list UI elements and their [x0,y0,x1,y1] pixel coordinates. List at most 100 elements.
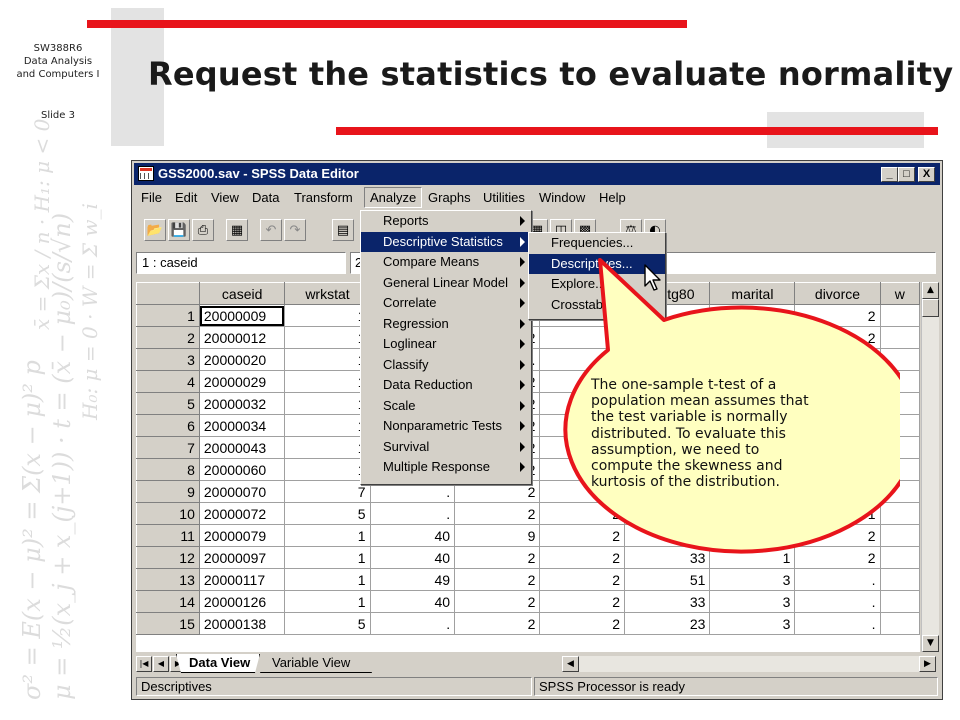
table-cell[interactable]: 20000034 [198,414,286,437]
tab-prev-arrow-icon[interactable]: ◀ [153,656,169,672]
table-cell[interactable]: 20000138 [198,612,286,635]
row-header[interactable]: 4 [136,370,200,393]
redo-icon[interactable]: ↷ [284,219,306,241]
table-cell[interactable]: 20000029 [198,370,286,393]
menu-item-reports[interactable]: Reports [361,211,531,232]
table-cell[interactable]: 3 [709,612,796,635]
table-cell[interactable]: 20000079 [198,524,286,547]
table-cell[interactable]: 20000126 [198,590,286,613]
table-cell[interactable]: 7 [284,480,371,503]
table-cell[interactable]: 20000117 [198,568,286,591]
horizontal-scrollbar[interactable]: ◀ ▶ [562,656,936,672]
table-cell[interactable]: 1 [284,392,371,415]
menu-item-multiple-response[interactable]: Multiple Response [361,457,531,478]
menu-item-loglinear[interactable]: Loglinear [361,334,531,355]
table-cell[interactable]: 40 [369,546,456,569]
column-header[interactable]: caseid [198,282,286,305]
table-cell[interactable]: 1 [284,304,371,327]
row-header[interactable]: 9 [136,480,200,503]
tab-data-view[interactable]: Data View [176,654,260,673]
menu-item-compare-means[interactable]: Compare Means [361,252,531,273]
column-header[interactable]: wrkstat [284,282,371,305]
scroll-right-arrow-icon[interactable]: ▶ [919,656,936,672]
undo-icon[interactable]: ↶ [260,219,282,241]
table-cell[interactable]: 20000060 [198,458,286,481]
table-cell[interactable] [879,590,920,613]
table-cell[interactable]: 1 [284,348,371,371]
row-header[interactable]: 2 [136,326,200,349]
menu-item-general-linear-model[interactable]: General Linear Model [361,273,531,294]
table-cell[interactable]: 20000032 [198,392,286,415]
scroll-left-arrow-icon[interactable]: ◀ [562,656,579,672]
tab-first-arrow-icon[interactable]: |◀ [136,656,152,672]
open-icon[interactable]: 📂 [144,219,166,241]
row-header[interactable]: 1 [136,304,200,327]
table-cell[interactable]: 1 [284,458,371,481]
minimize-button[interactable]: _ [881,167,898,182]
window-titlebar[interactable]: GSS2000.sav - SPSS Data Editor _ □ X [134,163,940,185]
menu-view[interactable]: View [211,190,239,205]
scroll-down-arrow-icon[interactable]: ▼ [922,635,939,652]
menu-item-data-reduction[interactable]: Data Reduction [361,375,531,396]
dialog-recall-icon[interactable]: ▦ [226,219,248,241]
table-cell[interactable]: 20000043 [198,436,286,459]
table-cell[interactable]: . [794,612,881,635]
scroll-thumb[interactable] [922,299,939,317]
table-cell[interactable]: 1 [284,524,371,547]
menu-data[interactable]: Data [252,190,279,205]
menu-edit[interactable]: Edit [175,190,197,205]
vertical-scrollbar[interactable]: ▲ ▼ [921,282,939,652]
menu-help[interactable]: Help [599,190,626,205]
table-cell[interactable]: 1 [284,414,371,437]
menu-analyze[interactable]: Analyze [364,187,423,208]
table-cell[interactable]: 20000009 [198,304,286,327]
table-cell[interactable]: 23 [624,612,711,635]
menu-file[interactable]: File [141,190,162,205]
row-header[interactable]: 11 [136,524,200,547]
table-cell[interactable]: 1 [284,370,371,393]
save-icon[interactable]: 💾 [168,219,190,241]
menu-item-regression[interactable]: Regression [361,314,531,335]
row-header[interactable]: 6 [136,414,200,437]
table-cell[interactable]: 20000070 [198,480,286,503]
menu-transform[interactable]: Transform [294,190,353,205]
menu-item-classify[interactable]: Classify [361,355,531,376]
table-cell[interactable]: 2 [539,590,626,613]
table-cell[interactable]: 49 [369,568,456,591]
menu-item-nonparametric-tests[interactable]: Nonparametric Tests [361,416,531,437]
table-cell[interactable] [879,612,920,635]
row-header[interactable]: 3 [136,348,200,371]
menu-item-descriptive-statistics[interactable]: Descriptive Statistics [361,231,531,252]
menu-item-survival[interactable]: Survival [361,437,531,458]
corner-cell[interactable] [136,282,200,305]
table-cell[interactable]: 5 [284,612,371,635]
row-header[interactable]: 8 [136,458,200,481]
table-cell[interactable]: 40 [369,524,456,547]
close-button[interactable]: X [918,167,935,182]
row-header[interactable]: 10 [136,502,200,525]
table-cell[interactable]: 20000072 [198,502,286,525]
menu-item-correlate[interactable]: Correlate [361,293,531,314]
print-icon[interactable]: ⎙ [192,219,214,241]
goto-chart-icon[interactable]: ▤ [332,219,354,241]
row-header[interactable]: 5 [136,392,200,415]
table-cell[interactable]: 3 [709,590,796,613]
table-cell[interactable]: 1 [284,326,371,349]
table-cell[interactable]: 1 [284,436,371,459]
row-header[interactable]: 13 [136,568,200,591]
tab-variable-view[interactable]: Variable View [260,654,372,673]
table-cell[interactable]: 20000012 [198,326,286,349]
table-cell[interactable]: 2 [454,590,541,613]
table-cell[interactable]: 1 [284,568,371,591]
table-cell[interactable]: 33 [624,590,711,613]
row-header[interactable]: 7 [136,436,200,459]
table-cell[interactable]: 1 [284,546,371,569]
table-cell[interactable]: 5 [284,502,371,525]
table-cell[interactable]: 40 [369,590,456,613]
table-cell[interactable]: 1 [284,590,371,613]
menu-utilities[interactable]: Utilities [483,190,525,205]
maximize-button[interactable]: □ [898,167,915,182]
table-cell[interactable]: 2 [454,612,541,635]
scroll-up-arrow-icon[interactable]: ▲ [922,282,939,299]
table-cell[interactable]: . [369,502,456,525]
